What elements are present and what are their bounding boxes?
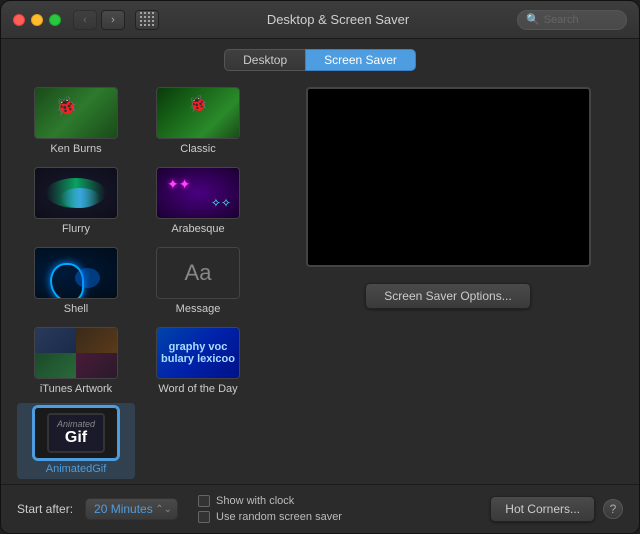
saver-item-itunes-artwork[interactable]: iTunes Artwork bbox=[17, 323, 135, 399]
saver-label-flurry: Flurry bbox=[62, 223, 90, 235]
saver-label-ken-burns: Ken Burns bbox=[50, 143, 101, 155]
bottom-bar: Start after: 1 Minute 2 Minutes 5 Minute… bbox=[1, 484, 639, 533]
random-saver-checkbox[interactable] bbox=[198, 511, 210, 523]
saver-label-itunes-artwork: iTunes Artwork bbox=[40, 383, 112, 395]
minimize-button[interactable] bbox=[31, 14, 43, 26]
saver-list: Ken Burns Classic Flurry bbox=[17, 79, 257, 484]
thumb-itunes-image bbox=[35, 328, 117, 378]
saver-grid: Ken Burns Classic Flurry bbox=[17, 83, 257, 479]
close-button[interactable] bbox=[13, 14, 25, 26]
gif-big-label: Gif bbox=[57, 429, 95, 447]
thumb-arabesque-image bbox=[157, 168, 239, 218]
maximize-button[interactable] bbox=[49, 14, 61, 26]
thumb-message-image: Aa bbox=[157, 248, 239, 298]
start-select-wrapper[interactable]: 1 Minute 2 Minutes 5 Minutes 10 Minutes … bbox=[85, 498, 178, 520]
saver-item-animated-gif[interactable]: Animated Gif AnimatedGif bbox=[17, 403, 135, 479]
saver-thumb-itunes-artwork bbox=[34, 327, 118, 379]
back-icon: ‹ bbox=[83, 14, 87, 26]
thumb-wotd-image: graphy vocbulary lexicoo bbox=[157, 328, 239, 378]
saver-thumb-animated-gif: Animated Gif bbox=[34, 407, 118, 459]
window-title: Desktop & Screen Saver bbox=[159, 12, 517, 27]
search-icon: 🔍 bbox=[526, 13, 540, 26]
saver-item-ken-burns[interactable]: Ken Burns bbox=[17, 83, 135, 159]
forward-icon: › bbox=[111, 14, 115, 26]
start-after-label: Start after: bbox=[17, 502, 73, 516]
saver-item-message[interactable]: Aa Message bbox=[139, 243, 257, 319]
thumb-shell-image bbox=[35, 248, 117, 298]
hot-corners-button[interactable]: Hot Corners... bbox=[490, 496, 595, 522]
preview-panel: Screen Saver Options... bbox=[273, 79, 623, 484]
grid-icon bbox=[140, 12, 155, 27]
saver-thumb-flurry bbox=[34, 167, 118, 219]
thumb-animgif-image: Animated Gif bbox=[35, 408, 117, 458]
tab-screen-saver[interactable]: Screen Saver bbox=[305, 49, 416, 71]
gif-badge: Animated Gif bbox=[47, 413, 105, 453]
saver-item-flurry[interactable]: Flurry bbox=[17, 163, 135, 239]
back-button[interactable]: ‹ bbox=[73, 10, 97, 30]
saver-thumb-arabesque bbox=[156, 167, 240, 219]
forward-button[interactable]: › bbox=[101, 10, 125, 30]
search-box[interactable]: 🔍 Search bbox=[517, 10, 627, 30]
show-clock-checkbox[interactable] bbox=[198, 495, 210, 507]
tab-desktop[interactable]: Desktop bbox=[224, 49, 305, 71]
checkboxes: Show with clock Use random screen saver bbox=[198, 495, 342, 523]
title-bar: ‹ › Desktop & Screen Saver 🔍 Search bbox=[1, 1, 639, 39]
help-button[interactable]: ? bbox=[603, 499, 623, 519]
saver-label-animated-gif: AnimatedGif bbox=[46, 463, 107, 475]
gif-animated-label: Animated bbox=[57, 419, 95, 429]
preview-screen bbox=[306, 87, 591, 267]
thumb-classic-image bbox=[157, 88, 239, 138]
saver-label-classic: Classic bbox=[180, 143, 215, 155]
saver-thumb-word-of-the-day: graphy vocbulary lexicoo bbox=[156, 327, 240, 379]
saver-item-word-of-the-day[interactable]: graphy vocbulary lexicoo Word of the Day bbox=[139, 323, 257, 399]
saver-thumb-ken-burns bbox=[34, 87, 118, 139]
main-content: Ken Burns Classic Flurry bbox=[1, 79, 639, 484]
saver-item-classic[interactable]: Classic bbox=[139, 83, 257, 159]
grid-button[interactable] bbox=[135, 10, 159, 30]
saver-label-message: Message bbox=[176, 303, 221, 315]
show-clock-label: Show with clock bbox=[216, 495, 294, 507]
random-saver-label: Use random screen saver bbox=[216, 511, 342, 523]
saver-item-arabesque[interactable]: Arabesque bbox=[139, 163, 257, 239]
thumb-kenburns-image bbox=[35, 88, 117, 138]
tabs-bar: Desktop Screen Saver bbox=[1, 39, 639, 79]
saver-thumb-shell bbox=[34, 247, 118, 299]
saver-thumb-message: Aa bbox=[156, 247, 240, 299]
screen-saver-options-button[interactable]: Screen Saver Options... bbox=[365, 283, 530, 309]
saver-label-arabesque: Arabesque bbox=[171, 223, 224, 235]
start-after-select[interactable]: 1 Minute 2 Minutes 5 Minutes 10 Minutes … bbox=[85, 498, 178, 520]
thumb-flurry-image bbox=[35, 168, 117, 218]
right-buttons: Hot Corners... ? bbox=[490, 496, 623, 522]
saver-item-shell[interactable]: Shell bbox=[17, 243, 135, 319]
nav-buttons: ‹ › bbox=[73, 10, 159, 30]
saver-label-word-of-the-day: Word of the Day bbox=[158, 383, 237, 395]
main-window: ‹ › Desktop & Screen Saver 🔍 Search Desk… bbox=[0, 0, 640, 534]
search-placeholder: Search bbox=[544, 14, 579, 26]
random-saver-row[interactable]: Use random screen saver bbox=[198, 511, 342, 523]
saver-label-shell: Shell bbox=[64, 303, 88, 315]
show-clock-row[interactable]: Show with clock bbox=[198, 495, 342, 507]
saver-thumb-classic bbox=[156, 87, 240, 139]
traffic-lights bbox=[13, 14, 61, 26]
